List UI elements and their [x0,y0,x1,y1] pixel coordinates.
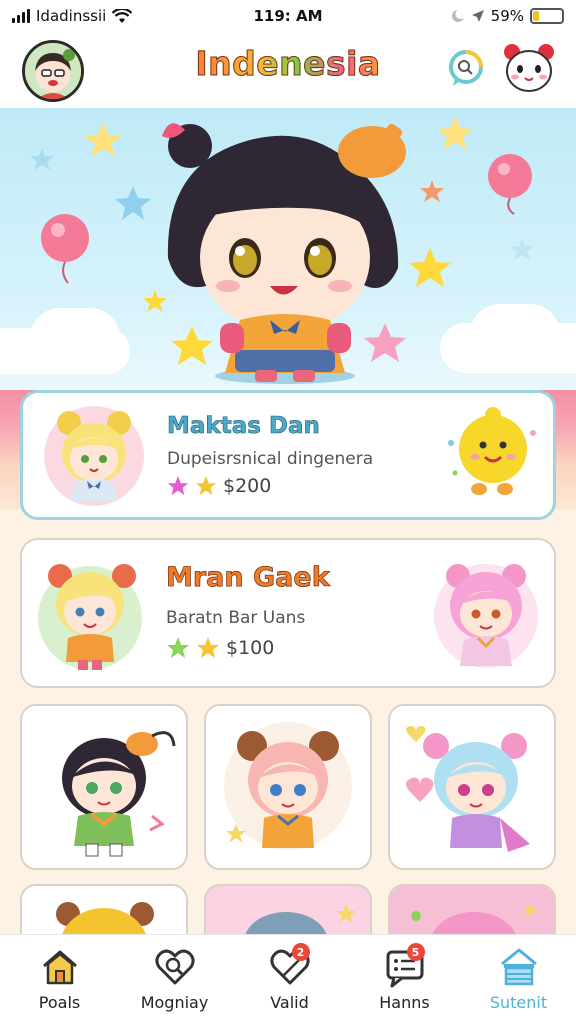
featured-card[interactable]: Mran Gaek Baratn Bar Uans $100 [20,538,556,688]
character-name: Mran Gaek [166,562,330,594]
star-icon [420,180,444,202]
chat-list-icon: 5 [381,943,429,991]
heart-icon: 2 [266,943,314,991]
character-portrait [434,564,538,668]
character-portrait [406,726,530,852]
app-header: Indenesia [0,32,576,109]
price-row: $100 [166,636,274,660]
nav-item-sutenit[interactable]: Sutenit [461,935,576,1025]
app-title: Indenesia [195,44,381,84]
nav-label: Hanns [379,993,430,1012]
battery-icon [530,8,564,24]
character-tile[interactable] [20,704,188,870]
star-icon [364,323,406,362]
character-name: Maktas Dan [167,413,321,440]
character-description: Dupeisrsnical dingenera [167,449,374,469]
star-icon [167,637,189,658]
nav-item-poals[interactable]: Poals [2,935,117,1025]
star-icon [510,238,534,260]
star-icon [167,475,189,496]
star-icon [171,326,213,365]
panda-button[interactable] [502,42,556,94]
star-icon [437,116,473,150]
balloon-icon [41,214,89,284]
star-icon [195,475,217,496]
notification-badge: 2 [291,943,310,961]
store-icon [495,943,543,991]
star-icon [143,290,167,312]
nav-item-mogniay[interactable]: Mogniay [117,935,232,1025]
chat-button[interactable] [444,46,488,90]
nav-label: Poals [38,993,81,1012]
character-tile[interactable] [204,704,372,870]
star-icon [409,248,451,287]
nav-label: Valid [270,993,309,1012]
star-icon [197,637,219,658]
price-row: $200 [167,475,271,497]
character-portrait [62,731,176,857]
character-portrait [44,406,144,506]
balloon-icon [488,154,532,215]
heart-search-icon [151,943,199,991]
chat-bubble-icon [449,50,483,86]
hero-banner [0,108,576,390]
price-label: $100 [226,637,275,659]
character-description: Baratn Bar Uans [166,608,306,628]
status-time: 119: AM [253,7,323,25]
home-icon [36,943,84,991]
status-bar: Idadinssii 119: AM 59% [0,0,576,32]
nav-label: Mogniay [140,993,209,1012]
price-label: $200 [223,475,272,497]
nav-label: Sutenit [489,993,548,1012]
star-icon [84,122,122,157]
hero-character-illustration [30,116,534,384]
mascot-illustration [448,407,536,495]
panda-icon [504,44,554,92]
nav-item-hanns[interactable]: 5 Hanns [347,935,462,1025]
notification-badge: 5 [406,943,425,961]
nav-item-valid[interactable]: 2 Valid [232,935,347,1025]
star-icon [115,186,151,220]
star-icon [30,148,54,170]
character-portrait [38,564,142,670]
character-portrait [224,722,352,850]
bottom-navigation: Poals Mogniay 2 Valid 5 Hanns Sutenit [0,934,576,1025]
featured-card[interactable]: Maktas Dan Dupeisrsnical dingenera $200 [20,390,556,520]
character-tile[interactable] [388,704,556,870]
